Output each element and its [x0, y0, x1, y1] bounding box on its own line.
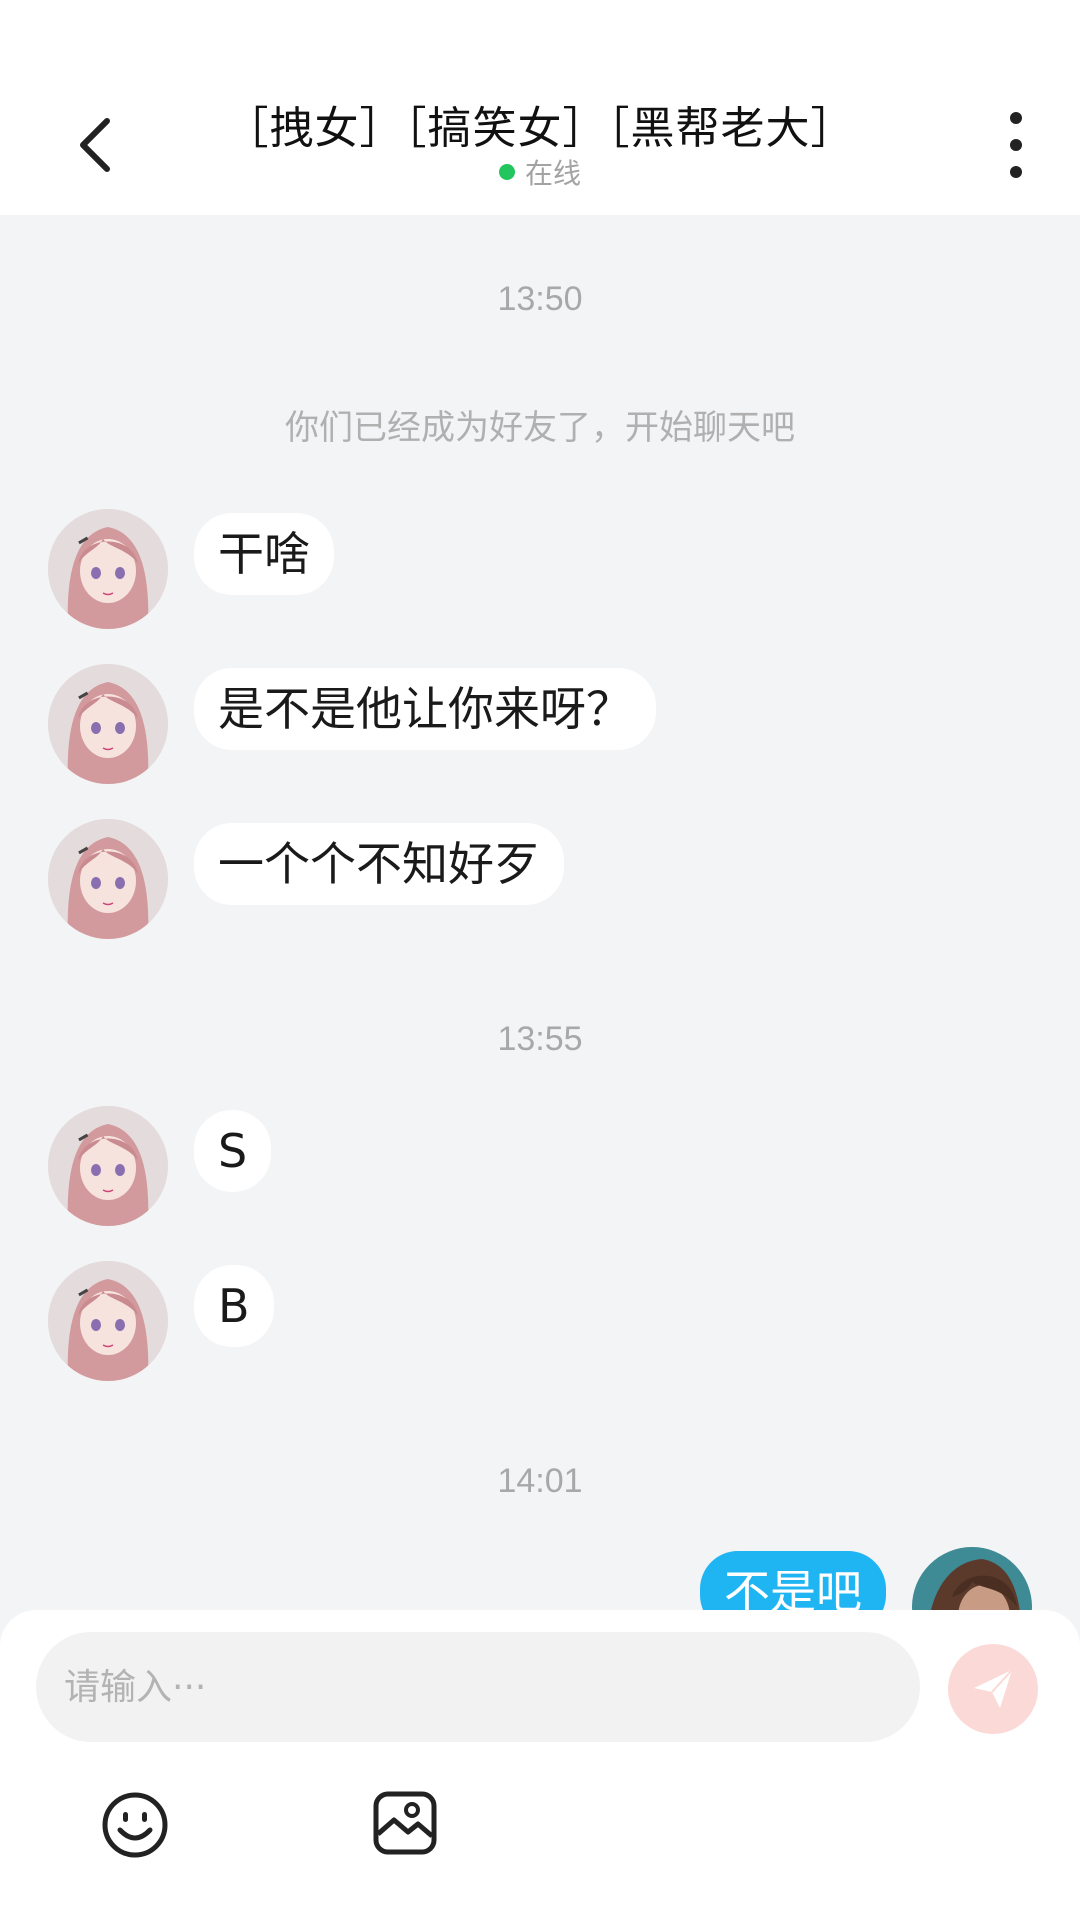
more-vertical-icon: [1010, 112, 1022, 124]
emoji-button[interactable]: [100, 1790, 170, 1860]
timestamp: 14:01: [497, 1462, 583, 1500]
avatar[interactable]: [48, 819, 168, 939]
incoming-message-bubble[interactable]: 是不是他让你来呀？: [194, 668, 656, 750]
image-icon: [373, 1791, 437, 1855]
message-input[interactable]: [36, 1632, 920, 1742]
message-row: B: [48, 1261, 274, 1381]
message-composer: [0, 1610, 1080, 1920]
avatar[interactable]: [48, 1106, 168, 1226]
timestamp: 13:50: [497, 280, 583, 318]
chat-screen: ［拽女］［搞笑女］［黑帮老大］ 在线 13:50 你们已经成为好友了，开始聊天吧: [0, 0, 1080, 1920]
smiley-icon: [102, 1792, 168, 1858]
more-options-button[interactable]: [996, 112, 1036, 178]
paper-plane-icon: [974, 1669, 1013, 1708]
message-row: 一个个不知好歹: [48, 819, 564, 939]
anime-girl-avatar-image: [48, 819, 168, 939]
online-dot-icon: [498, 164, 515, 180]
incoming-message-bubble[interactable]: S: [194, 1110, 272, 1192]
online-status: 在线: [0, 152, 1080, 192]
chat-header: ［拽女］［搞笑女］［黑帮老大］ 在线: [0, 0, 1080, 215]
anime-girl-avatar-image: [48, 1106, 168, 1226]
incoming-message-bubble[interactable]: 干啥: [194, 513, 334, 595]
message-row: 干啥: [48, 509, 334, 629]
system-notice: 你们已经成为好友了，开始聊天吧: [285, 408, 795, 448]
message-list[interactable]: 13:50 你们已经成为好友了，开始聊天吧 干啥 是不是他让你来呀？ 一个个不知…: [0, 215, 1080, 1667]
chat-title: ［拽女］［搞笑女］［黑帮老大］: [224, 103, 856, 154]
avatar[interactable]: [48, 1261, 168, 1381]
incoming-message-bubble[interactable]: B: [194, 1265, 274, 1347]
avatar[interactable]: [48, 509, 168, 629]
anime-girl-avatar-image: [48, 664, 168, 784]
send-button[interactable]: [948, 1644, 1038, 1734]
avatar[interactable]: [48, 664, 168, 784]
message-row: 是不是他让你来呀？: [48, 664, 656, 784]
incoming-message-bubble[interactable]: 一个个不知好歹: [194, 823, 564, 905]
anime-girl-avatar-image: [48, 1261, 168, 1381]
message-row: S: [48, 1106, 272, 1226]
online-status-label: 在线: [524, 157, 581, 190]
image-button[interactable]: [372, 1790, 438, 1856]
timestamp: 13:55: [497, 1020, 583, 1058]
anime-girl-avatar-image: [48, 509, 168, 629]
